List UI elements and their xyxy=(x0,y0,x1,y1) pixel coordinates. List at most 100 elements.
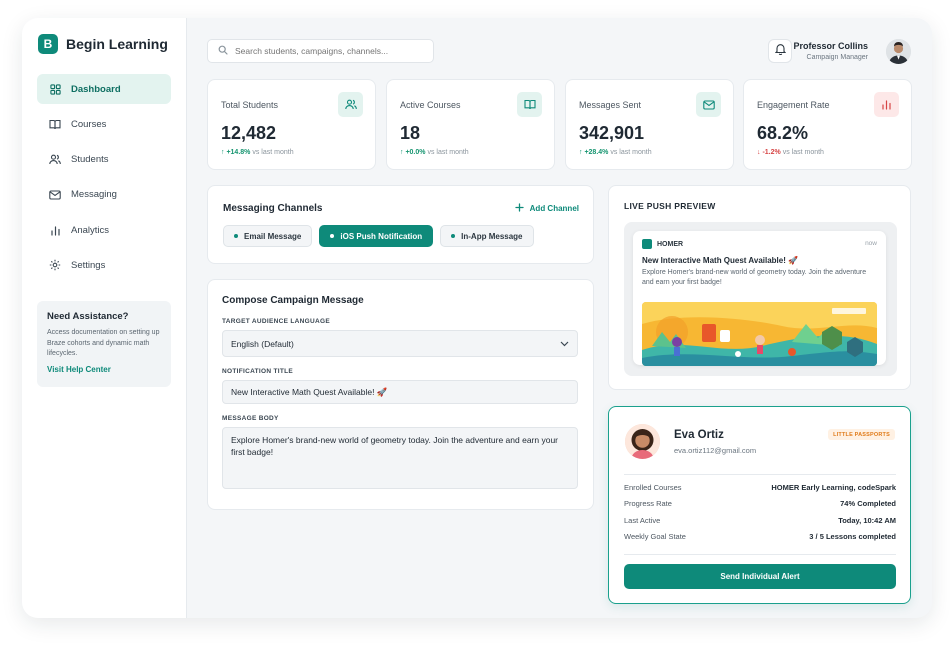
sidebar-item-settings[interactable]: Settings xyxy=(37,250,171,280)
chip-label: iOS Push Notification xyxy=(340,231,423,241)
push-title: New Interactive Math Quest Available! 🚀 xyxy=(642,256,799,265)
device-screen: HOMER now New Interactive Math Quest Ava… xyxy=(624,222,897,376)
book-icon xyxy=(49,118,61,130)
stat-value: 18 xyxy=(400,123,421,143)
student-email: eva.ortiz112@gmail.com xyxy=(674,446,757,455)
delta-value: +14.8% xyxy=(226,149,251,156)
language-select[interactable]: English (Default) xyxy=(222,330,578,357)
stat-card-engagement-rate: Engagement Rate 68.2% ↓ -1.2% vs last mo… xyxy=(743,79,912,170)
stat-value: 342,901 xyxy=(579,123,645,143)
dot-icon xyxy=(451,234,456,238)
push-hero-image xyxy=(642,302,877,366)
add-channel-label: Add Channel xyxy=(529,204,579,213)
chevron-down-icon xyxy=(560,339,569,349)
book-icon xyxy=(517,92,542,117)
delta-value: +28.4% xyxy=(584,149,609,156)
push-notification[interactable]: HOMER now New Interactive Math Quest Ava… xyxy=(633,231,886,366)
help-text: Access documentation on setting up Braze… xyxy=(47,329,160,357)
help-card: Need Assistance? Access documentation on… xyxy=(37,301,171,387)
compose-card: Compose Campaign Message TARGET AUDIENCE… xyxy=(207,279,594,510)
delta-value: -1.2% xyxy=(762,149,781,156)
plus-icon xyxy=(515,203,524,214)
delta-value: +0.0% xyxy=(405,149,426,156)
stat-card-total-students: Total Students 12,482 ↑ +14.8% vs last m… xyxy=(207,79,376,170)
sidebar-item-label: Messaging xyxy=(71,189,117,201)
stat-value: 68.2% xyxy=(757,123,809,143)
search-bar[interactable] xyxy=(207,39,434,63)
avatar[interactable] xyxy=(886,39,911,64)
bar-chart-icon xyxy=(874,92,899,117)
bell-icon xyxy=(774,42,786,60)
send-individual-alert-button[interactable]: Send Individual Alert xyxy=(624,564,896,589)
search-icon xyxy=(218,42,228,60)
sidebar-item-courses[interactable]: Courses xyxy=(37,109,171,139)
language-value: English (Default) xyxy=(231,338,294,349)
user-info[interactable]: Professor Collins Campaign Manager xyxy=(793,41,868,61)
dashboard-icon xyxy=(49,83,61,95)
channel-chip-email[interactable]: Email Message xyxy=(223,225,313,247)
sidebar-item-label: Dashboard xyxy=(71,83,121,95)
detail-row: Progress Rate 74% Completed xyxy=(624,499,896,508)
chip-label: Email Message xyxy=(244,231,302,241)
row-key: Weekly Goal State xyxy=(624,532,686,541)
mail-icon xyxy=(49,189,61,201)
stat-delta: ↑ +28.4% vs last month xyxy=(579,149,652,156)
users-icon xyxy=(338,92,363,117)
row-key: Progress Rate xyxy=(624,499,672,508)
mail-icon xyxy=(696,92,721,117)
sidebar: B Begin Learning Dashboard Courses Stude… xyxy=(22,18,187,618)
gear-icon xyxy=(49,259,61,271)
search-input[interactable] xyxy=(235,46,415,56)
divider xyxy=(624,554,896,555)
sidebar-item-analytics[interactable]: Analytics xyxy=(37,215,171,245)
row-value: 3 / 5 Lessons completed xyxy=(809,532,896,541)
add-channel-button[interactable]: Add Channel xyxy=(515,203,579,214)
bar-chart-icon xyxy=(49,224,61,236)
sidebar-item-label: Settings xyxy=(71,259,106,271)
status-badge: LITTLE PASSPORTS xyxy=(828,429,895,440)
brand-name: Begin Learning xyxy=(66,36,168,52)
sidebar-item-label: Courses xyxy=(71,118,107,130)
avatar[interactable] xyxy=(625,424,660,459)
sidebar-item-messaging[interactable]: Messaging xyxy=(37,180,171,210)
row-value: 74% Completed xyxy=(840,499,896,508)
delta-suffix: vs last month xyxy=(782,149,824,156)
help-center-link[interactable]: Visit Help Center xyxy=(47,365,161,374)
user-role: Campaign Manager xyxy=(806,54,868,61)
row-key: Enrolled Courses xyxy=(624,483,682,492)
detail-row: Enrolled Courses HOMER Early Learning, co… xyxy=(624,483,896,492)
app-icon xyxy=(642,239,652,249)
row-value: Today, 10:42 AM xyxy=(838,516,896,525)
chip-label: In-App Message xyxy=(461,231,523,241)
compose-title: Compose Campaign Message xyxy=(222,295,364,306)
channel-chip-in-app[interactable]: In-App Message xyxy=(440,225,534,247)
sidebar-item-dashboard[interactable]: Dashboard xyxy=(37,74,171,104)
message-body-label: MESSAGE BODY xyxy=(222,415,279,422)
student-name: Eva Ortiz xyxy=(674,429,724,441)
stat-delta: ↑ +0.0% vs last month xyxy=(400,149,469,156)
dot-icon xyxy=(330,234,335,238)
push-time: now xyxy=(865,240,877,247)
notification-title-label: NOTIFICATION TITLE xyxy=(222,368,293,375)
push-preview-card: LIVE PUSH PREVIEW HOMER now New Interact… xyxy=(608,185,911,390)
stat-delta: ↑ +14.8% vs last month xyxy=(221,149,294,156)
detail-row: Weekly Goal State 3 / 5 Lessons completed xyxy=(624,532,896,541)
brand[interactable]: B Begin Learning xyxy=(38,34,168,54)
sidebar-item-students[interactable]: Students xyxy=(37,145,171,175)
channel-chip-ios-push[interactable]: iOS Push Notification xyxy=(319,225,434,247)
preview-title: LIVE PUSH PREVIEW xyxy=(624,201,716,211)
help-title: Need Assistance? xyxy=(47,311,129,322)
notification-title-input[interactable]: New Interactive Math Quest Available! 🚀 xyxy=(222,380,578,404)
stat-delta: ↓ -1.2% vs last month xyxy=(757,149,824,156)
push-app: HOMER xyxy=(642,239,877,249)
channel-chips: Email Message iOS Push Notification In-A… xyxy=(223,225,578,247)
user-name: Professor Collins xyxy=(793,41,868,51)
push-body: Explore Homer's brand-new world of geome… xyxy=(642,269,867,286)
delta-suffix: vs last month xyxy=(252,149,294,156)
message-body-textarea[interactable]: Explore Homer's brand-new world of geome… xyxy=(222,427,578,489)
stat-card-active-courses: Active Courses 18 ↑ +0.0% vs last month xyxy=(386,79,555,170)
delta-suffix: vs last month xyxy=(427,149,469,156)
student-card: Eva Ortiz eva.ortiz112@gmail.com LITTLE … xyxy=(608,406,911,604)
brand-logo: B xyxy=(38,34,58,54)
notifications-button[interactable] xyxy=(768,39,792,63)
